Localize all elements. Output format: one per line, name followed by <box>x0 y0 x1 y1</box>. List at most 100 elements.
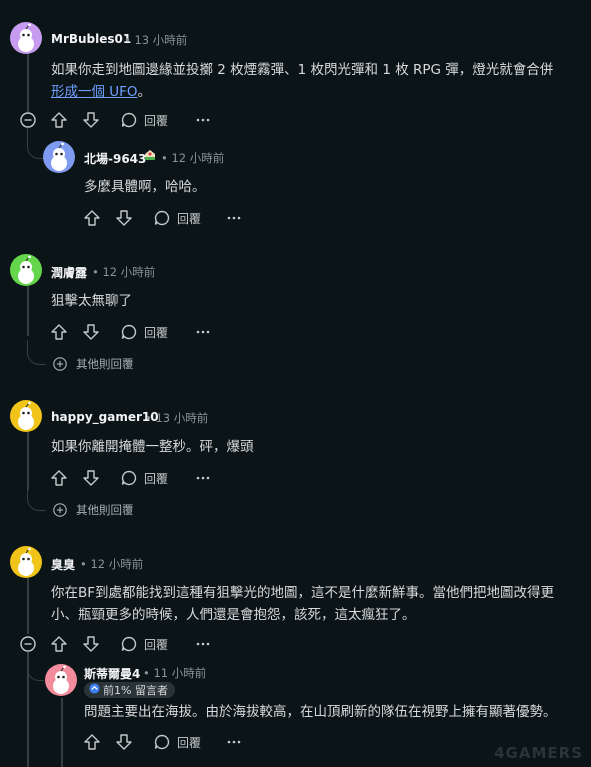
avatar[interactable] <box>10 254 42 286</box>
username[interactable]: 潤膚露 <box>51 264 87 281</box>
collapse-button[interactable] <box>19 110 37 130</box>
more-replies-label: 其他則回覆 <box>76 357 134 371</box>
timestamp: • 13 小時前 <box>145 411 209 425</box>
more-options-button[interactable] <box>194 634 212 654</box>
avatar[interactable] <box>10 22 42 54</box>
plus-circle-icon <box>52 502 68 518</box>
thread-curve <box>27 128 44 159</box>
downvote-button[interactable] <box>115 208 133 228</box>
comment-icon <box>153 733 171 751</box>
username[interactable]: 斯蒂爾曼4 <box>84 665 140 682</box>
plus-circle-icon <box>52 356 68 372</box>
upvote-icon <box>83 733 101 751</box>
timestamp-text: 13 小時前 <box>155 411 209 425</box>
ellipsis-icon <box>194 635 212 653</box>
comment-text-tail: 。 <box>137 84 152 100</box>
upvote-button[interactable] <box>50 110 68 130</box>
comment-body: 如果你走到地圖邊緣並投擲 2 枚煙霧彈、1 枚閃光彈和 1 枚 RPG 彈，燈光… <box>51 59 581 103</box>
downvote-button[interactable] <box>82 322 100 342</box>
timestamp-text: 12 小時前 <box>90 557 144 571</box>
comment-icon <box>120 323 138 341</box>
thread-line <box>27 652 29 767</box>
reply-button[interactable]: 回覆 <box>120 322 168 342</box>
downvote-button[interactable] <box>82 468 100 488</box>
ellipsis-icon <box>225 209 243 227</box>
ellipsis-icon <box>194 469 212 487</box>
username[interactable]: 臭臭 <box>51 556 75 573</box>
ellipsis-icon <box>194 111 212 129</box>
more-replies-button[interactable]: 其他則回覆 <box>52 356 134 372</box>
username[interactable]: happy_gamer10 <box>51 410 159 424</box>
watermark-logo: 4GAMERS <box>494 744 583 762</box>
upvote-icon <box>50 635 68 653</box>
thread-line <box>61 698 63 767</box>
downvote-button[interactable] <box>82 110 100 130</box>
more-options-button[interactable] <box>194 468 212 488</box>
reply-label: 回覆 <box>144 113 169 128</box>
comment-icon <box>153 209 171 227</box>
comment-text: 小、瓶頸更多的時候，人們還是會抱怨，該死，這太瘋狂了。 <box>51 607 416 623</box>
avatar[interactable] <box>10 546 42 578</box>
comment-text: 如果你走到地圖邊緣並投擲 2 枚煙霧彈、1 枚閃光彈和 1 枚 RPG 彈，燈光… <box>51 62 554 78</box>
upvote-button[interactable] <box>50 634 68 654</box>
more-options-button[interactable] <box>225 208 243 228</box>
reply-button[interactable]: 回覆 <box>153 208 201 228</box>
comment-body: 如果你離開掩體一整秒。砰，爆頭 <box>51 439 254 455</box>
collapse-icon <box>19 635 37 653</box>
downvote-icon <box>82 469 100 487</box>
comment-link[interactable]: 形成一個 UFO <box>51 84 138 100</box>
downvote-icon <box>82 635 100 653</box>
more-options-button[interactable] <box>194 110 212 130</box>
flair-icon <box>143 148 157 166</box>
avatar[interactable] <box>43 141 75 173</box>
upvote-icon <box>50 469 68 487</box>
username[interactable]: MrBubles01 <box>51 32 131 46</box>
comment-icon <box>120 469 138 487</box>
top-commenter-badge: 前1% 留言者 <box>84 682 175 698</box>
comment-icon <box>120 111 138 129</box>
downvote-icon <box>82 323 100 341</box>
thread-curve <box>27 340 46 365</box>
comment-text: 你在BF到處都能找到這種有狙擊光的地圖，這不是什麼新鮮事。當他們把地圖改得更 <box>51 585 555 601</box>
collapse-button[interactable] <box>19 634 37 654</box>
downvote-button[interactable] <box>115 732 133 752</box>
thread-line <box>27 52 29 112</box>
reply-label: 回覆 <box>144 471 169 486</box>
reply-label: 回覆 <box>144 325 169 340</box>
avatar[interactable] <box>10 400 42 432</box>
upvote-button[interactable] <box>50 468 68 488</box>
comment-body: 多麼具體啊，哈哈。 <box>84 179 206 195</box>
badge-icon <box>89 683 100 697</box>
reply-button[interactable]: 回覆 <box>153 732 201 752</box>
reply-button[interactable]: 回覆 <box>120 468 168 488</box>
upvote-icon <box>50 111 68 129</box>
more-options-button[interactable] <box>194 322 212 342</box>
timestamp: • 12 小時前 <box>92 265 156 279</box>
comment-body: 狙擊太無聊了 <box>51 293 132 309</box>
more-replies-button[interactable]: 其他則回覆 <box>52 502 134 518</box>
thread-line <box>27 432 29 490</box>
comment-body: 你在BF到處都能找到這種有狙擊光的地圖，這不是什麼新鮮事。當他們把地圖改得更 小… <box>51 582 586 626</box>
username[interactable]: 北場-9643 <box>84 150 146 167</box>
upvote-button[interactable] <box>83 732 101 752</box>
timestamp: • 12 小時前 <box>161 151 225 165</box>
upvote-icon <box>83 209 101 227</box>
comment-icon <box>120 635 138 653</box>
upvote-button[interactable] <box>50 322 68 342</box>
timestamp: • 13 小時前 <box>124 33 188 47</box>
more-options-button[interactable] <box>225 732 243 752</box>
downvote-icon <box>82 111 100 129</box>
reply-label: 回覆 <box>144 637 169 652</box>
downvote-icon <box>115 733 133 751</box>
downvote-button[interactable] <box>82 634 100 654</box>
avatar[interactable] <box>45 664 77 696</box>
comment-body: 問題主要出在海拔。由於海拔較高，在山頂刷新的隊伍在視野上擁有顯著優勢。 <box>84 704 557 720</box>
upvote-icon <box>50 323 68 341</box>
reply-button[interactable]: 回覆 <box>120 110 168 130</box>
timestamp: • 12 小時前 <box>80 557 144 571</box>
more-replies-label: 其他則回覆 <box>76 503 134 517</box>
timestamp-text: 13 小時前 <box>134 33 188 47</box>
reply-button[interactable]: 回覆 <box>120 634 168 654</box>
timestamp-text: 12 小時前 <box>102 265 156 279</box>
upvote-button[interactable] <box>83 208 101 228</box>
